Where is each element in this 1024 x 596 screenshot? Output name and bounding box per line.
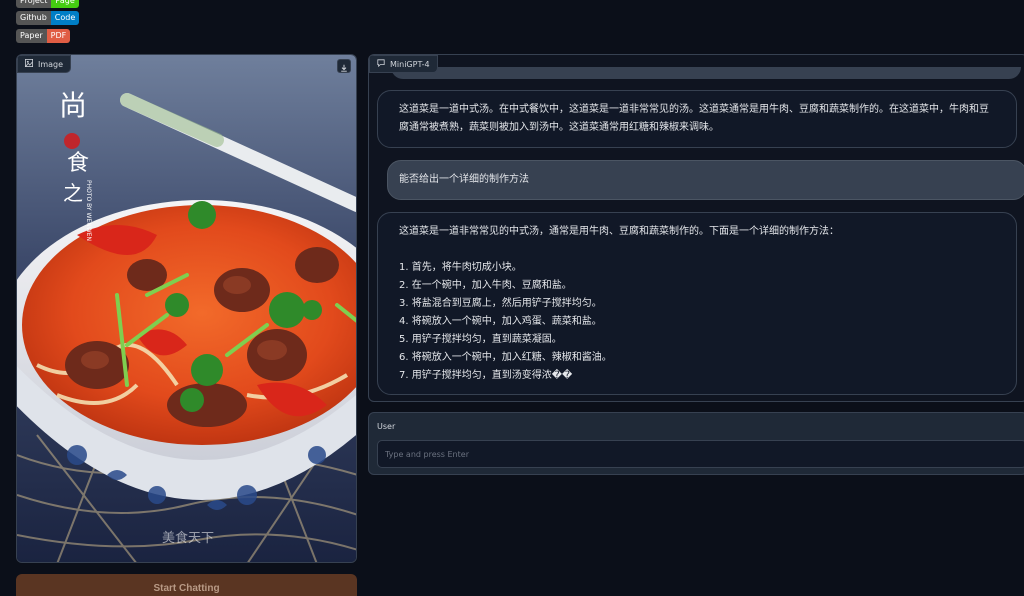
badge-value: Page (51, 0, 79, 8)
recipe-step: 5. 用铲子搅拌均匀，直到蔬菜凝固。 (399, 334, 562, 345)
project-page-badge[interactable]: Project Page (16, 0, 79, 8)
badge-label: Paper (16, 29, 47, 43)
image-panel: Image 尚 食 之 PHOTO BY WENWEN 美食天下 (16, 54, 357, 563)
badge-value: Code (50, 11, 80, 25)
bot-message: 这道菜是一道中式汤。在中式餐饮中，这道菜是一道非常常见的汤。这道菜通常是用牛肉、… (377, 90, 1017, 148)
message-text: 这道菜是一道中式汤。在中式餐饮中，这道菜是一道非常常见的汤。这道菜通常是用牛肉、… (399, 104, 989, 133)
chatbot-label-text: MiniGPT-4 (390, 59, 430, 69)
badge-value: PDF (46, 29, 71, 43)
recipe-step: 1. 首先，将牛肉切成小块。 (399, 262, 522, 273)
recipe-step: 3. 将盐混合到豆腐上，然后用铲子搅拌均匀。 (399, 298, 602, 309)
user-message: 能否给出一个详细的制作方法 (387, 160, 1024, 200)
paper-pdf-badge[interactable]: Paper PDF (16, 29, 71, 43)
image-panel-label: Image (17, 55, 72, 73)
uploaded-food-image: 尚 食 之 PHOTO BY WENWEN 美食天下 (17, 55, 356, 562)
recipe-step: 7. 用铲子搅拌均匀，直到汤变得浓�� (399, 370, 573, 381)
badge-label: Project (16, 0, 52, 8)
user-message-input[interactable] (377, 440, 1024, 468)
github-code-badge[interactable]: Github Code (16, 11, 80, 25)
message-text: 能否给出一个详细的制作方法 (399, 174, 529, 185)
image-title-char-1: 尚 (59, 89, 87, 122)
start-chatting-button[interactable]: Start Chatting (16, 574, 357, 596)
user-input-panel: User (368, 412, 1024, 475)
recipe-step: 6. 将碗放入一个碗中，加入红糖、辣椒和酱油。 (399, 352, 612, 363)
image-label-text: Image (38, 59, 64, 69)
recipe-step: 4. 将碗放入一个碗中，加入鸡蛋、蔬菜和盐。 (399, 316, 602, 327)
bot-message: 这道菜是一道非常常见的中式汤，通常是用牛肉、豆腐和蔬菜制作的。下面是一个详细的制… (377, 212, 1017, 395)
chatbot-panel: MiniGPT-4 这道菜是一道中式汤。在中式餐饮中，这道菜是一道非常常见的汤。… (368, 54, 1024, 402)
download-button[interactable] (337, 59, 351, 73)
svg-text:PHOTO BY WENWEN: PHOTO BY WENWEN (85, 180, 92, 241)
image-watermark: 美食天下 (162, 530, 214, 546)
download-icon (340, 57, 348, 76)
chatbot-label: MiniGPT-4 (369, 55, 438, 73)
svg-text:之: 之 (63, 181, 83, 205)
message-intro: 这道菜是一道非常常见的中式汤，通常是用牛肉、豆腐和蔬菜制作的。下面是一个详细的制… (399, 226, 839, 237)
user-input-label: User (377, 422, 396, 431)
previous-message-edge (391, 67, 1021, 79)
chat-icon (377, 59, 385, 69)
image-icon (25, 59, 33, 69)
svg-text:食: 食 (67, 151, 89, 176)
recipe-step: 2. 在一个碗中，加入牛肉、豆腐和盐。 (399, 280, 572, 291)
badge-label: Github (16, 11, 51, 25)
